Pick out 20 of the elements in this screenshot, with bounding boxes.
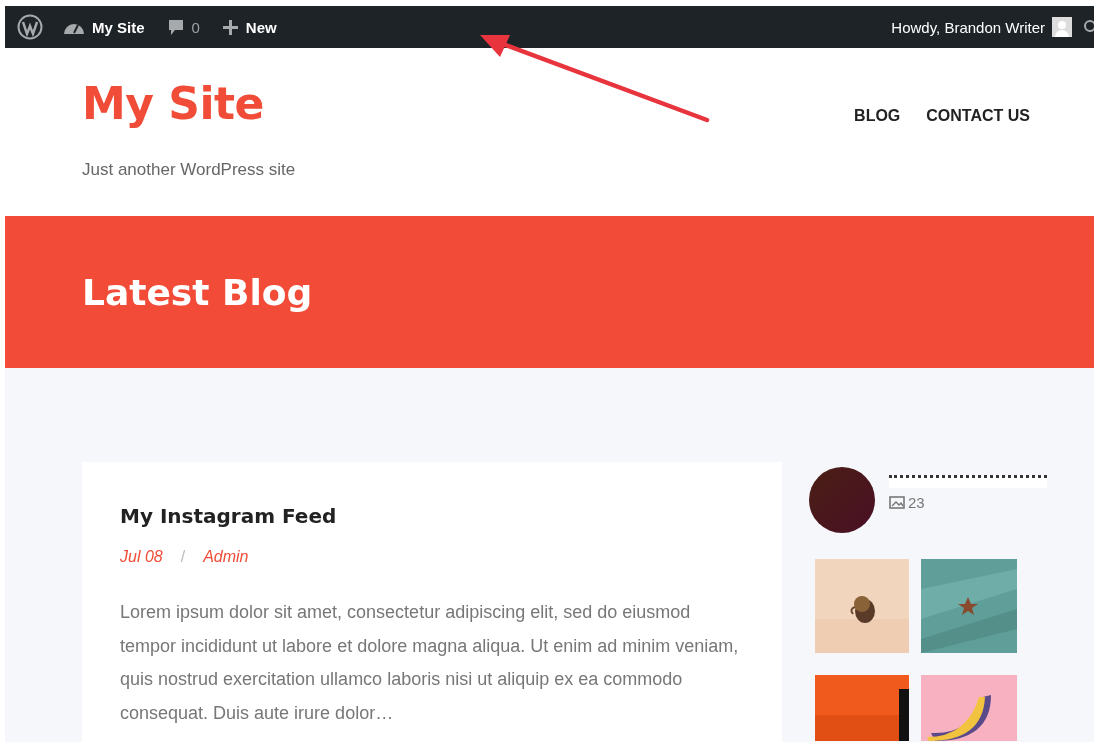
post-excerpt: Lorem ipsum dolor sit amet, consectetur adipiscing elit, sed do eiusmod tempor incididunt ut labore et dolore magna aliqua. Ut enim ad minim veniam, quis nostrud exercitation ullamco laboris nisi ut aliquip ex ea commodo consequat. Duis aute irure dolor…	[120, 601, 740, 725]
comment-icon	[166, 18, 185, 36]
image-icon	[889, 496, 905, 509]
post-author[interactable]: Admin	[203, 546, 249, 568]
account-menu[interactable]: Howdy, Brandon Writer	[891, 17, 1072, 37]
meta-separator: /	[180, 547, 186, 567]
post-date[interactable]: Jul 08	[120, 546, 163, 568]
wordpress-logo-icon[interactable]	[17, 14, 43, 40]
nav-link[interactable]: CONTACT US	[926, 106, 1030, 126]
site-tagline: Just another WordPress site	[82, 160, 296, 180]
plus-icon	[221, 18, 239, 36]
comments-link[interactable]: 0	[166, 18, 200, 36]
nav-link[interactable]: BLOG	[854, 106, 901, 126]
site-title[interactable]: My Site	[82, 78, 296, 130]
post-title[interactable]: My Instagram Feed	[120, 502, 744, 530]
avatar-icon	[1052, 17, 1072, 37]
banner-title: Latest Blog	[82, 271, 313, 313]
my-site-link[interactable]: My Site	[63, 18, 145, 36]
media-count: 23	[908, 494, 925, 511]
new-link[interactable]: New	[221, 18, 277, 36]
